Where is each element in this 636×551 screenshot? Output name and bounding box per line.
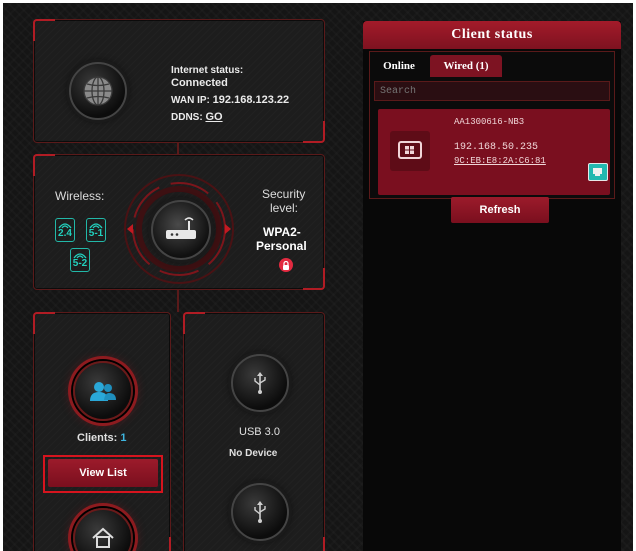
band-label: 2.4 xyxy=(58,228,72,239)
wifi-band-5-1-badge[interactable]: 5-1 xyxy=(86,218,106,242)
client-status-panel: Client status Online Wired (1) AA1300616… xyxy=(363,21,621,551)
tab-wired[interactable]: Wired (1) xyxy=(430,55,502,77)
connector-line xyxy=(177,141,179,155)
ddns-row: DDNS: GO xyxy=(171,111,223,123)
windows-device-icon xyxy=(390,131,430,171)
usb-port-1-label: USB 3.0 xyxy=(239,426,280,438)
ddns-label: DDNS: xyxy=(171,112,203,123)
wifi-icon xyxy=(89,223,103,229)
client-ip: 192.168.50.235 xyxy=(454,142,539,153)
usb-icon xyxy=(254,372,266,394)
band-label: 5-2 xyxy=(72,258,88,269)
client-search-input[interactable] xyxy=(374,81,610,101)
usb-icon xyxy=(254,501,266,523)
router-admin-window: Internet status: Connected WAN IP: 192.1… xyxy=(3,3,633,551)
wan-ip-value: 192.168.123.22 xyxy=(212,94,290,106)
usb-port-2-button[interactable] xyxy=(231,483,289,541)
security-label-line1: Security xyxy=(262,187,306,201)
router-icon xyxy=(166,217,196,239)
refresh-button[interactable]: Refresh xyxy=(451,197,549,223)
wifi-icon xyxy=(58,223,72,229)
globe-button[interactable] xyxy=(69,62,127,120)
usb-port-1-status: No Device xyxy=(229,448,278,459)
internet-status-label: Internet status: xyxy=(171,65,244,76)
lock-icon xyxy=(279,258,293,272)
mesh-home-icon xyxy=(92,527,114,548)
band-label: 5-1 xyxy=(88,228,104,239)
client-name: AA1300616-NB3 xyxy=(454,117,525,127)
wifi-band-5-2-badge[interactable]: 5-2 xyxy=(70,248,90,272)
client-card[interactable]: AA1300616-NB3 192.168.50.235 9C:EB:E8:2A… xyxy=(378,109,610,195)
wifi-band-2-4-badge[interactable]: 2.4 xyxy=(55,218,75,242)
globe-icon xyxy=(83,76,113,106)
tab-online[interactable]: Online xyxy=(374,55,424,77)
security-value-line1: WPA2- xyxy=(263,225,301,239)
security-label-line2: level: xyxy=(270,201,299,215)
router-button[interactable] xyxy=(151,200,211,260)
internet-status-value: Connected xyxy=(171,77,228,89)
client-list-box: Online Wired (1) AA1300616-NB3 192.168.5… xyxy=(369,51,615,199)
clients-button[interactable] xyxy=(73,361,133,421)
client-status-title: Client status xyxy=(363,21,621,49)
clients-row: Clients: 1 xyxy=(77,432,127,444)
wireless-label: Wireless: xyxy=(55,189,105,203)
security-value-line2: Personal xyxy=(256,239,307,253)
client-mac[interactable]: 9C:EB:E8:2A:C6:81 xyxy=(454,156,546,166)
wired-connection-icon xyxy=(588,163,608,181)
users-icon xyxy=(90,382,116,401)
wan-ip-label: WAN IP: xyxy=(171,95,210,106)
usb-port-1-button[interactable] xyxy=(231,354,289,412)
clients-label: Clients: xyxy=(77,432,118,444)
wan-ip-row: WAN IP: 192.168.123.22 xyxy=(171,94,289,106)
clients-count: 1 xyxy=(120,432,127,444)
view-list-button[interactable]: View List xyxy=(48,459,158,487)
connector-line xyxy=(177,288,179,312)
wifi-icon xyxy=(73,253,87,259)
ddns-go-link[interactable]: GO xyxy=(205,111,222,123)
